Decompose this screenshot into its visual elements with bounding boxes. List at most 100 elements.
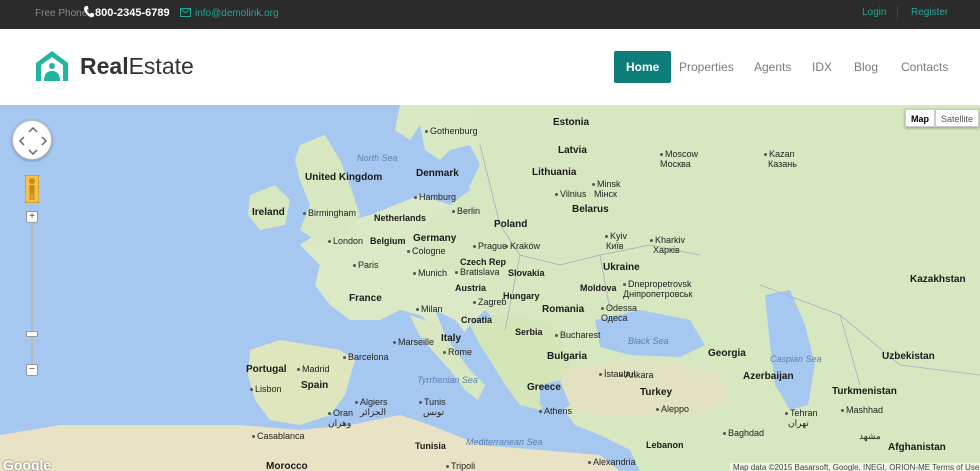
map-label: Prague: [473, 241, 507, 251]
map-label: Kazakhstan: [910, 274, 966, 285]
map-label: Mashhad: [841, 405, 883, 415]
map-label: Belgium: [370, 236, 406, 246]
zoom-slider-track[interactable]: [31, 223, 33, 373]
map-label: Moscow: [660, 149, 698, 159]
map-label: مشهد: [859, 431, 881, 441]
map-label: Poland: [494, 219, 528, 230]
map-label: Tunis: [419, 397, 446, 407]
map-label: Minsk: [592, 179, 621, 189]
map-label: Ukraine: [603, 262, 640, 273]
email-link[interactable]: info@demolink.org: [195, 8, 279, 19]
top-bar: Free Phone: 800-2345-6789 info@demolink.…: [0, 0, 980, 29]
map-label: تهران: [788, 418, 809, 428]
map-label: Azerbaijan: [743, 371, 794, 382]
map-label: Birmingham: [303, 208, 356, 218]
map-label: Vilnius: [555, 189, 586, 199]
logo-bold: Real: [80, 53, 129, 79]
map-label: Munich: [413, 268, 447, 278]
map-label: Tyrrhenian Sea: [417, 375, 478, 385]
map-type-map-button[interactable]: Map: [905, 109, 935, 127]
register-link[interactable]: Register: [911, 7, 948, 18]
map-label: France: [349, 293, 382, 304]
map-label: Kazan: [764, 149, 795, 159]
map-label: Tehran: [785, 408, 818, 418]
map-label: Greece: [527, 382, 561, 393]
map-label: Uzbekistan: [882, 351, 935, 362]
map-label: Afghanistan: [888, 442, 946, 453]
nav-agents[interactable]: Agents: [754, 51, 791, 83]
map-label: North Sea: [357, 153, 398, 163]
map-label: Italy: [441, 333, 462, 344]
map-label: Казань: [768, 159, 797, 169]
map-label: Latvia: [558, 145, 587, 156]
map-label: Kraków: [505, 241, 540, 251]
map-type-satellite-button[interactable]: Satellite: [935, 109, 980, 127]
pan-arrows-icon: [18, 126, 48, 156]
map-label: Харків: [653, 245, 680, 255]
nav-home[interactable]: Home: [614, 51, 672, 83]
phone-number: 800-2345-6789: [95, 7, 170, 19]
map-label: Oran: [328, 408, 353, 418]
topbar-divider: [897, 6, 898, 19]
zoom-slider-thumb[interactable]: [26, 331, 38, 337]
map-label: Aleppo: [656, 404, 689, 414]
map-label: Cologne: [407, 246, 446, 256]
nav-blog[interactable]: Blog: [854, 51, 878, 83]
map-label: Mediterranean Sea: [466, 437, 543, 447]
nav-contacts[interactable]: Contacts: [901, 51, 948, 83]
map-label: Moldova: [580, 283, 617, 293]
zoom-in-button[interactable]: +: [26, 211, 38, 223]
map-label: Casablanca: [252, 431, 305, 441]
map-label: Мінск: [594, 189, 617, 199]
map-label: Ireland: [252, 207, 285, 218]
map-label: Caspian Sea: [770, 354, 822, 364]
google-logo: Google: [3, 457, 52, 471]
map-label: Black Sea: [628, 336, 669, 346]
map-label: Estonia: [553, 117, 590, 128]
map-base: [0, 105, 980, 471]
map-label: Turkey: [640, 387, 673, 398]
pegman-icon[interactable]: [25, 175, 39, 203]
map-label: Odessa: [601, 303, 637, 313]
map-label: Denmark: [416, 168, 459, 179]
map-label: Gothenburg: [425, 126, 478, 136]
map-label: Tripoli: [446, 461, 475, 471]
map-label: الجزائر: [360, 407, 386, 417]
nav-properties[interactable]: Properties: [679, 51, 734, 83]
zoom-out-button[interactable]: −: [26, 364, 38, 376]
map-label: Germany: [413, 233, 457, 244]
map-label: وهران: [328, 418, 352, 428]
map-label: Bulgaria: [547, 351, 588, 362]
house-logo-icon: [36, 51, 68, 81]
map-label: Berlin: [452, 206, 480, 216]
map-label: تونس: [423, 407, 445, 417]
map-label: Lebanon: [646, 440, 684, 450]
map-label: Algiers: [355, 397, 388, 407]
map-label: Київ: [606, 241, 624, 251]
map-label: Croatia: [461, 315, 493, 325]
map-label: Москва: [660, 159, 691, 169]
phone-icon: [84, 6, 94, 18]
site-logo[interactable]: RealEstate: [34, 49, 194, 85]
map-label: Hamburg: [414, 192, 456, 202]
map-label: Turkmenistan: [832, 386, 897, 397]
map-label: Tunisia: [415, 441, 446, 451]
logo-light: Estate: [128, 53, 194, 79]
login-link[interactable]: Login: [862, 7, 886, 18]
map-label: Spain: [301, 380, 329, 391]
pan-control[interactable]: [12, 120, 52, 160]
map-label: Milan: [416, 304, 443, 314]
map-label: United Kingdom: [305, 172, 383, 183]
map-label: Slovakia: [508, 268, 545, 278]
logo-text: RealEstate: [80, 53, 194, 80]
map-label: Одеса: [601, 313, 628, 323]
map-label: Georgia: [708, 348, 746, 359]
map-label: Baghdad: [723, 428, 764, 438]
map-label: Днiпропетровськ: [623, 289, 693, 299]
map-label: Portugal: [246, 364, 287, 375]
nav-idx[interactable]: IDX: [812, 51, 832, 83]
map-label: Rome: [443, 347, 472, 357]
map-view[interactable]: Estonia Gothenburg Latvia Moscow Москва …: [0, 105, 980, 471]
map-label: Kyiv: [605, 231, 627, 241]
map-label: Austria: [455, 283, 487, 293]
